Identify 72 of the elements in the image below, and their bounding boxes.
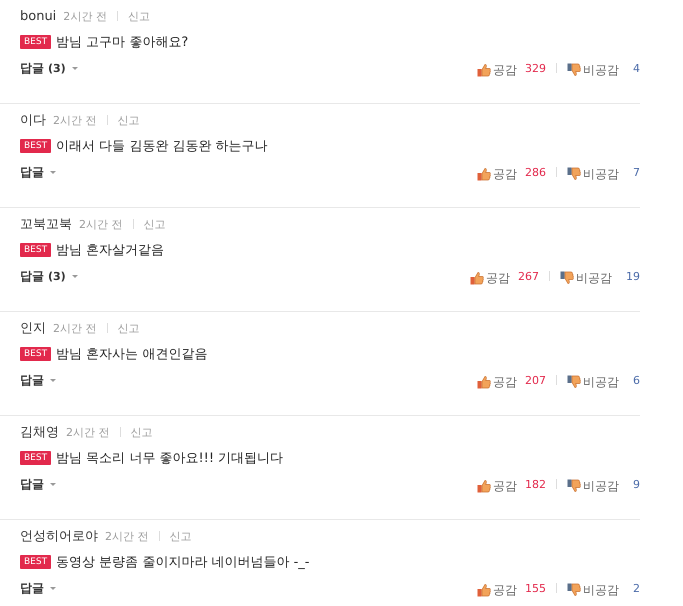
thumbs-up-icon <box>477 375 491 389</box>
reply-button[interactable]: 답글 (3) <box>20 268 78 284</box>
reply-button[interactable]: 답글 <box>20 164 56 180</box>
author-name[interactable]: 인지 <box>20 319 46 337</box>
comment-text: 밤님 혼자살거같음 <box>56 242 164 259</box>
best-badge: BEST <box>20 243 52 257</box>
thumbs-up-icon <box>477 167 491 181</box>
dislike-count: 2 <box>633 582 640 594</box>
thumbs-down-icon <box>567 167 581 181</box>
like-count: 267 <box>518 270 539 282</box>
caret-icon <box>50 482 56 486</box>
comment-time: 2시간 전 <box>63 8 107 24</box>
comment-text: 밤님 목소리 너무 좋아요!!! 기대됩니다 <box>56 450 284 467</box>
like-button[interactable]: 공감 <box>477 478 517 494</box>
like-button[interactable]: 공감 <box>477 582 517 598</box>
like-button[interactable]: 공감 <box>477 166 517 182</box>
dislike-button[interactable]: 비공감 <box>567 374 619 390</box>
like-count: 155 <box>525 582 546 594</box>
dislike-button[interactable]: 비공감 <box>567 582 619 598</box>
best-badge: BEST <box>20 347 52 361</box>
caret-icon <box>72 274 78 278</box>
comment-time: 2시간 전 <box>79 216 122 232</box>
reply-button[interactable]: 답글 (3) <box>20 60 78 76</box>
like-count: 286 <box>525 166 546 178</box>
like-count: 329 <box>525 62 546 74</box>
thumbs-down-icon <box>567 479 581 493</box>
thumbs-down-icon <box>560 271 574 285</box>
thumbs-down-icon <box>567 63 581 77</box>
comment-text: 이래서 다들 김동완 김동완 하는구나 <box>56 138 268 155</box>
comment-text: 밤님 고구마 좋아해요? <box>56 34 188 51</box>
dislike-button[interactable]: 비공감 <box>567 478 619 494</box>
author-name[interactable]: 이다 <box>20 111 46 129</box>
author-name[interactable]: 꼬북꼬북 <box>20 215 72 233</box>
thumbs-up-icon <box>477 63 491 77</box>
best-badge: BEST <box>20 555 52 569</box>
comment-time: 2시간 전 <box>66 424 110 440</box>
like-count: 207 <box>525 374 546 386</box>
caret-icon <box>50 378 56 382</box>
comment-time: 2시간 전 <box>53 320 96 336</box>
dislike-button[interactable]: 비공감 <box>560 270 612 286</box>
comment-time: 2시간 전 <box>53 112 96 128</box>
comment-text: 밤님 혼자사는 애견인같음 <box>56 346 208 363</box>
thumbs-up-icon <box>477 583 491 597</box>
dislike-count: 9 <box>633 478 640 490</box>
reply-button[interactable]: 답글 <box>20 580 56 596</box>
like-button[interactable]: 공감 <box>477 374 517 390</box>
dislike-button[interactable]: 비공감 <box>567 166 619 182</box>
best-badge: BEST <box>20 451 52 465</box>
dislike-count: 6 <box>633 374 640 386</box>
best-badge: BEST <box>20 139 52 153</box>
author-name[interactable]: 김채영 <box>20 423 59 441</box>
thumbs-up-icon <box>470 271 484 285</box>
comment-text: 동영상 분량좀 줄이지마라 네이버넘들아 -_- <box>56 554 310 571</box>
thumbs-down-icon <box>567 583 581 597</box>
caret-icon <box>50 586 56 590</box>
thumbs-down-icon <box>567 375 581 389</box>
author-name[interactable]: bonui <box>20 8 56 24</box>
reply-button[interactable]: 답글 <box>20 476 56 492</box>
thumbs-up-icon <box>477 479 491 493</box>
dislike-count: 4 <box>633 62 640 74</box>
like-button[interactable]: 공감 <box>477 62 517 78</box>
caret-icon <box>50 170 56 174</box>
best-badge: BEST <box>20 35 52 49</box>
author-name[interactable]: 언성히어로야 <box>20 527 98 545</box>
comment-time: 2시간 전 <box>105 528 148 544</box>
dislike-count: 19 <box>626 270 640 282</box>
like-button[interactable]: 공감 <box>470 270 510 286</box>
dislike-button[interactable]: 비공감 <box>567 62 619 78</box>
dislike-count: 7 <box>633 166 640 178</box>
caret-icon <box>72 66 78 70</box>
reply-button[interactable]: 답글 <box>20 372 56 388</box>
like-count: 182 <box>525 478 546 490</box>
